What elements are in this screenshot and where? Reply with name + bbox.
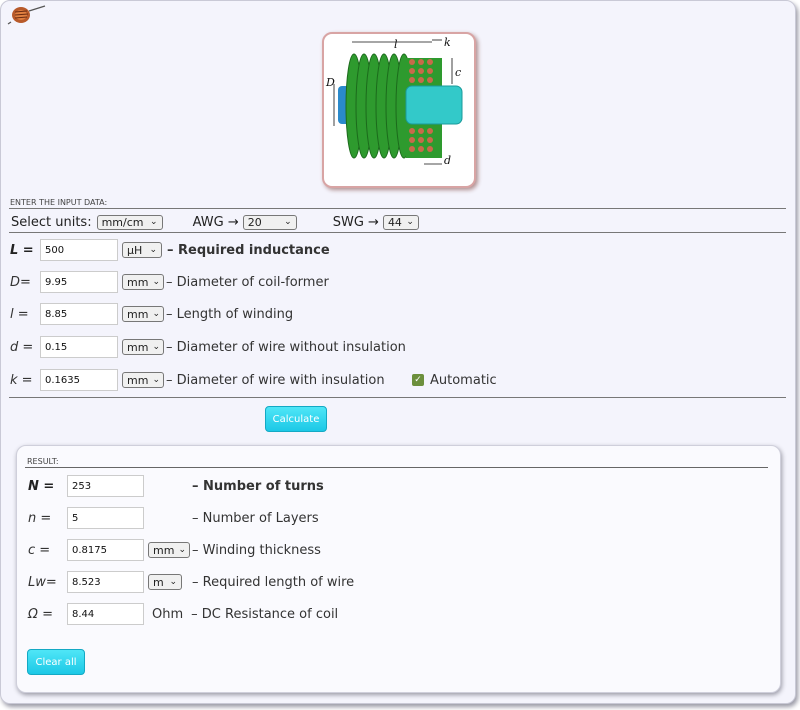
inductance-row: L = 500 μH ⌄ – Required inductance	[10, 238, 330, 262]
automatic-label: Automatic	[430, 372, 497, 388]
resistance-unit: Ohm	[152, 606, 184, 622]
wire-length-unit-value: m	[153, 575, 164, 589]
coil-diagram: l k c D d	[322, 32, 476, 188]
coil-former-diameter-input[interactable]: 9.95	[40, 271, 118, 293]
turns-row: N = 253 – Number of turns	[28, 474, 324, 498]
winding-length-unit-value: mm	[127, 307, 149, 321]
insulated-wire-diameter-symbol: k =	[10, 372, 33, 388]
result-panel: RESULT: N = 253 – Number of turns n = 5 …	[16, 445, 781, 693]
awg-select[interactable]: 20 ⌄	[242, 214, 297, 230]
coil-former-diameter-symbol: D=	[10, 274, 31, 290]
divider	[9, 397, 786, 398]
winding-length-symbol: l =	[10, 306, 29, 322]
divider	[25, 467, 768, 468]
inductance-unit-select[interactable]: μH ⌄	[122, 242, 162, 258]
clear-all-button[interactable]: Clear all	[27, 649, 85, 675]
insulated-wire-diameter-input[interactable]: 0.1635	[40, 369, 118, 391]
wire-diameter-symbol: d =	[10, 339, 34, 355]
chevron-down-icon: ⌄	[152, 309, 160, 319]
winding-length-unit-select[interactable]: mm ⌄	[122, 306, 164, 322]
automatic-checkbox[interactable]: ✓	[412, 374, 424, 386]
winding-thickness-symbol: c =	[28, 542, 51, 558]
layers-output: 5	[67, 507, 144, 529]
input-section-title: ENTER THE INPUT DATA:	[10, 198, 108, 207]
chevron-down-icon: ⌄	[406, 217, 414, 227]
diagram-label-c: c	[455, 66, 461, 79]
chevron-down-icon: ⌄	[152, 375, 160, 385]
wire-length-unit-select[interactable]: m ⌄	[148, 574, 182, 590]
wire-length-output: 8.523	[67, 571, 144, 593]
winding-length-description: – Length of winding	[166, 306, 294, 322]
insulated-wire-diameter-unit-value: mm	[127, 373, 149, 387]
wire-diameter-row: d = 0.15 mm ⌄ – Diameter of wire without …	[10, 335, 406, 359]
diagram-label-l: l	[394, 38, 398, 51]
swg-select-value: 44	[387, 215, 402, 229]
chevron-down-icon: ⌄	[150, 217, 158, 227]
resistance-description: – DC Resistance of coil	[191, 606, 339, 622]
result-section-title: RESULT:	[27, 457, 59, 466]
awg-select-value: 20	[247, 215, 262, 229]
diagram-label-D: D	[325, 76, 335, 89]
inductance-description: – Required inductance	[167, 242, 330, 258]
wire-diameter-unit-value: mm	[127, 340, 149, 354]
units-select[interactable]: mm/cm ⌄	[96, 214, 163, 230]
coil-former-diameter-unit-value: mm	[127, 275, 149, 289]
chevron-down-icon: ⌄	[178, 545, 186, 555]
units-select-value: mm/cm	[101, 215, 144, 229]
awg-label: AWG →	[192, 214, 239, 230]
insulated-wire-diameter-unit-select[interactable]: mm ⌄	[122, 372, 164, 388]
wire-length-description: – Required length of wire	[192, 574, 355, 590]
chevron-down-icon: ⌄	[169, 577, 177, 587]
winding-thickness-description: – Winding thickness	[192, 542, 321, 558]
chevron-down-icon: ⌄	[152, 342, 160, 352]
insulated-wire-diameter-description: – Diameter of wire with insulation	[166, 372, 385, 388]
coil-former-diameter-unit-select[interactable]: mm ⌄	[122, 274, 164, 290]
chevron-down-icon: ⌄	[149, 245, 157, 255]
layers-row: n = 5 – Number of Layers	[28, 506, 319, 530]
resistance-symbol: Ω =	[28, 606, 53, 622]
wire-length-symbol: Lw=	[28, 574, 57, 590]
chevron-down-icon: ⌄	[152, 277, 160, 287]
winding-thickness-output: 0.8175	[67, 539, 144, 561]
coil-former-diameter-description: – Diameter of coil-former	[166, 274, 329, 290]
wire-diameter-input[interactable]: 0.15	[40, 336, 118, 358]
swg-select[interactable]: 44 ⌄	[382, 214, 419, 230]
winding-length-row: l = 8.85 mm ⌄ – Length of winding	[10, 302, 293, 326]
divider	[9, 208, 786, 209]
inductance-input[interactable]: 500	[40, 239, 118, 261]
winding-thickness-unit-value: mm	[153, 543, 175, 557]
turns-output: 253	[67, 475, 144, 497]
coil-former-diameter-row: D= 9.95 mm ⌄ – Diameter of coil-former	[10, 270, 329, 294]
wire-length-row: Lw= 8.523 m ⌄ – Required length of wire	[28, 570, 354, 594]
diagram-label-d: d	[444, 154, 451, 167]
divider	[9, 232, 786, 233]
winding-length-input[interactable]: 8.85	[40, 303, 118, 325]
inductance-unit-value: μH	[127, 243, 143, 257]
calculator-panel: l k c D d ENTER THE INPUT DATA: Select u…	[0, 0, 796, 704]
turns-description: – Number of turns	[192, 478, 324, 494]
diagram-label-k: k	[444, 36, 451, 49]
chevron-down-icon: ⌄	[284, 217, 292, 227]
swg-label: SWG →	[332, 214, 379, 230]
insulated-wire-diameter-row: k = 0.1635 mm ⌄ – Diameter of wire with i…	[10, 368, 497, 392]
layers-description: – Number of Layers	[192, 510, 319, 526]
winding-thickness-row: c = 0.8175 mm ⌄ – Winding thickness	[28, 538, 321, 562]
layers-symbol: n =	[28, 510, 52, 526]
wire-diameter-description: – Diameter of wire without insulation	[166, 339, 406, 355]
inductance-symbol: L =	[10, 242, 34, 258]
units-row: Select units: mm/cm ⌄ AWG → 20 ⌄ SWG → 44 ⌄	[11, 212, 419, 232]
coil-logo-icon	[7, 5, 46, 25]
winding-thickness-unit-select[interactable]: mm ⌄	[148, 542, 190, 558]
units-label: Select units:	[11, 214, 92, 230]
resistance-output: 8.44	[67, 603, 144, 625]
calculate-button[interactable]: Calculate	[265, 406, 327, 432]
turns-symbol: N =	[28, 478, 55, 494]
wire-diameter-unit-select[interactable]: mm ⌄	[122, 339, 164, 355]
resistance-row: Ω = 8.44 Ohm – DC Resistance of coil	[28, 602, 338, 626]
